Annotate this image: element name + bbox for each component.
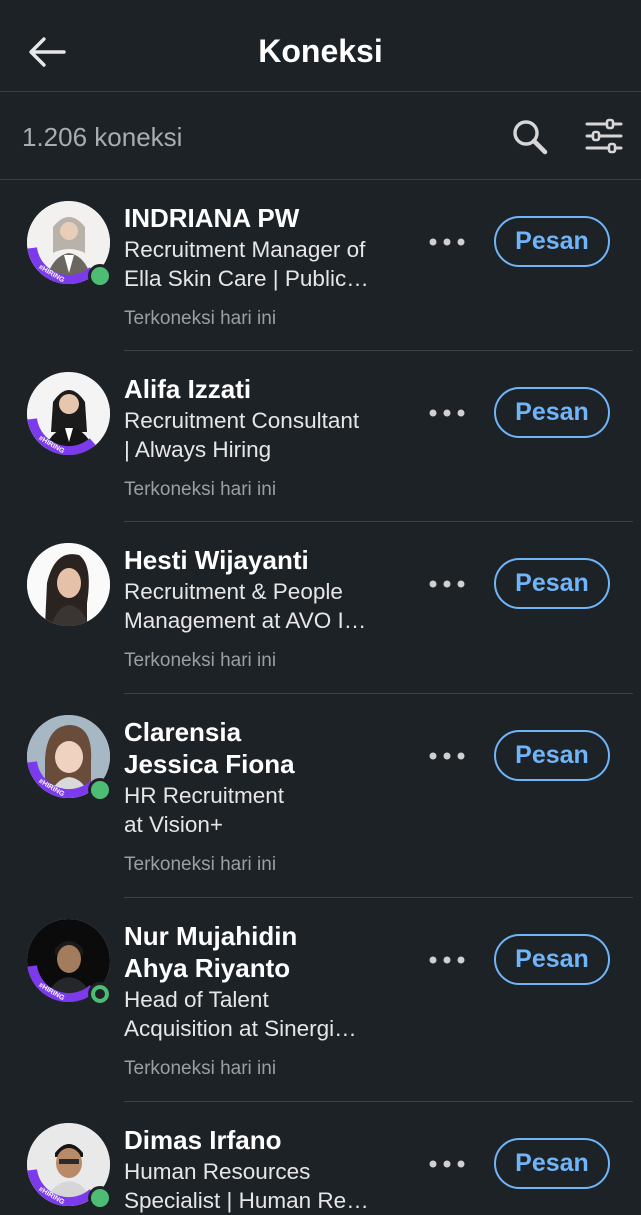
connection-name[interactable]: Alifa Izzati: [124, 373, 251, 405]
connection-headline: HR Recruitment at Vision+: [124, 783, 285, 837]
message-button[interactable]: Pesan: [494, 558, 610, 609]
search-icon[interactable]: [510, 117, 550, 157]
sliders-icon[interactable]: [584, 118, 624, 154]
connection-headline: Human Resources Specialist | Human Re…: [124, 1159, 369, 1213]
connection-name[interactable]: Nur Mujahidin Ahya Riyanto: [124, 920, 297, 984]
message-button[interactable]: Pesan: [494, 934, 610, 985]
more-options-icon[interactable]: [428, 751, 466, 761]
connection-row[interactable]: #HIRING Dimas Irfano Human Resources Spe…: [0, 1102, 641, 1213]
message-button[interactable]: Pesan: [494, 216, 610, 267]
more-options-icon[interactable]: [428, 579, 466, 589]
connection-headline: Head of Talent Acquisition at Sinergi…: [124, 987, 357, 1041]
avatar[interactable]: #HIRING: [27, 372, 110, 455]
connection-name[interactable]: INDRIANA PW: [124, 202, 299, 234]
connections-count: 1.206 koneksi: [22, 122, 183, 152]
connection-row[interactable]: #HIRING INDRIANA PW Recruitment Manager …: [0, 180, 641, 351]
connected-date: Terkoneksi hari ini: [124, 479, 277, 500]
connection-row[interactable]: Hesti Wijayanti Recruitment & People Man…: [0, 522, 641, 694]
connection-headline: Recruitment Manager of Ella Skin Care | …: [124, 237, 369, 291]
connected-date: Terkoneksi hari ini: [124, 854, 277, 875]
connections-list: #HIRING INDRIANA PW Recruitment Manager …: [0, 180, 641, 1213]
connected-date: Terkoneksi hari ini: [124, 308, 277, 329]
online-status-indicator: [88, 778, 112, 802]
message-button[interactable]: Pesan: [494, 1138, 610, 1189]
online-status-indicator: [88, 982, 112, 1006]
online-status-indicator: [88, 264, 112, 288]
page-title: Koneksi: [258, 33, 383, 69]
top-app-bar: Koneksi: [0, 0, 641, 92]
message-button[interactable]: Pesan: [494, 387, 610, 438]
more-options-icon[interactable]: [428, 955, 466, 965]
more-options-icon[interactable]: [428, 237, 466, 247]
connection-name[interactable]: Dimas Irfano: [124, 1124, 282, 1156]
more-options-icon[interactable]: [428, 408, 466, 418]
connection-headline: Recruitment Consultant | Always Hiring: [124, 408, 360, 462]
connection-row[interactable]: #HIRING Nur Mujahidin Ahya Riyanto Head …: [0, 898, 641, 1102]
connection-name[interactable]: Hesti Wijayanti: [124, 544, 309, 576]
online-status-indicator: [88, 1186, 112, 1210]
avatar[interactable]: [27, 543, 110, 626]
connection-headline: Recruitment & People Management at AVO I…: [124, 579, 367, 633]
connected-date: Terkoneksi hari ini: [124, 650, 277, 671]
connection-row[interactable]: #HIRING Clarensia Jessica Fiona HR Recru…: [0, 694, 641, 898]
connection-row[interactable]: #HIRING Alifa Izzati Recruitment Consult…: [0, 351, 641, 522]
message-button[interactable]: Pesan: [494, 730, 610, 781]
more-options-icon[interactable]: [428, 1159, 466, 1169]
connection-name[interactable]: Clarensia Jessica Fiona: [124, 716, 295, 780]
connected-date: Terkoneksi hari ini: [124, 1058, 277, 1079]
